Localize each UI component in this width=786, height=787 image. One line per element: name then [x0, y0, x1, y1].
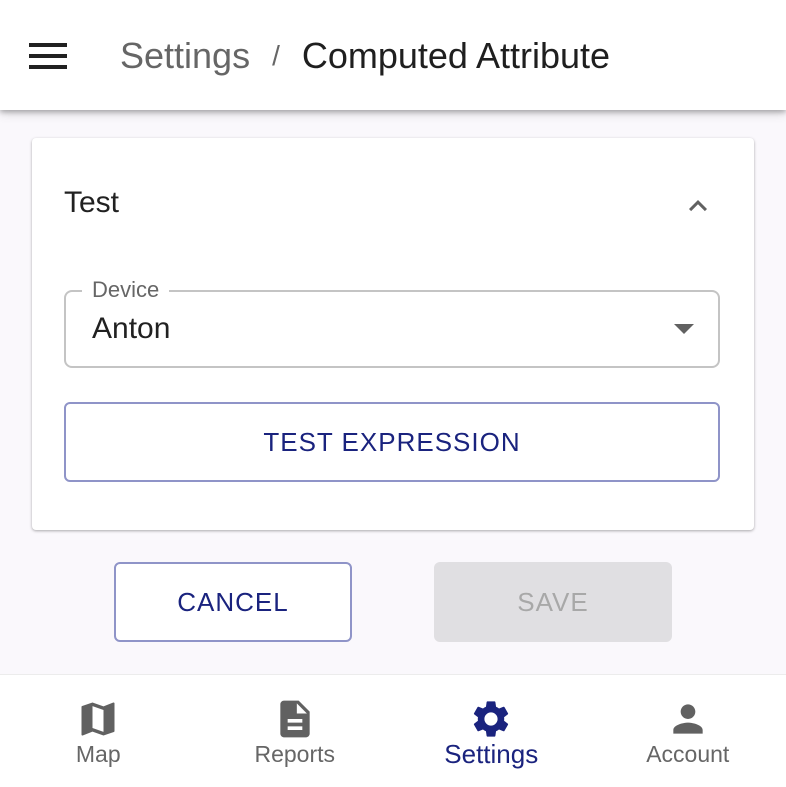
test-panel-header[interactable]: Test — [32, 138, 754, 274]
chevron-up-icon — [680, 188, 716, 224]
bottom-navigation: Map Reports Settings Account — [0, 674, 786, 787]
test-panel-title: Test — [64, 186, 119, 220]
nav-label-settings: Settings — [393, 739, 590, 770]
nav-item-reports[interactable]: Reports — [197, 675, 394, 787]
menu-button[interactable] — [20, 30, 76, 82]
breadcrumb: Settings / Computed Attribute — [120, 32, 610, 80]
save-button[interactable]: SAVE — [434, 562, 672, 642]
app-bar: Settings / Computed Attribute — [0, 0, 786, 110]
nav-label-reports: Reports — [197, 741, 394, 768]
test-expression-button[interactable]: TEST EXPRESSION — [64, 402, 720, 482]
cancel-button[interactable]: CANCEL — [114, 562, 352, 642]
device-select-value: Anton — [92, 312, 170, 346]
test-panel: Test Device Anton TEST EXPRESSION — [32, 138, 754, 530]
device-select-label: Device — [82, 277, 169, 303]
nav-label-map: Map — [0, 741, 197, 768]
breadcrumb-settings[interactable]: Settings — [120, 35, 250, 77]
document-icon — [273, 697, 317, 741]
breadcrumb-separator: / — [272, 40, 280, 72]
device-select[interactable]: Device Anton — [64, 290, 720, 368]
nav-item-settings[interactable]: Settings — [393, 675, 590, 787]
person-icon — [666, 697, 710, 741]
nav-item-account[interactable]: Account — [590, 675, 786, 787]
menu-icon — [29, 42, 67, 70]
gear-icon — [469, 697, 513, 741]
page-title: Computed Attribute — [302, 35, 610, 77]
map-icon — [76, 697, 120, 741]
nav-label-account: Account — [590, 741, 786, 768]
dropdown-arrow-icon — [672, 319, 696, 339]
nav-item-map[interactable]: Map — [0, 675, 197, 787]
